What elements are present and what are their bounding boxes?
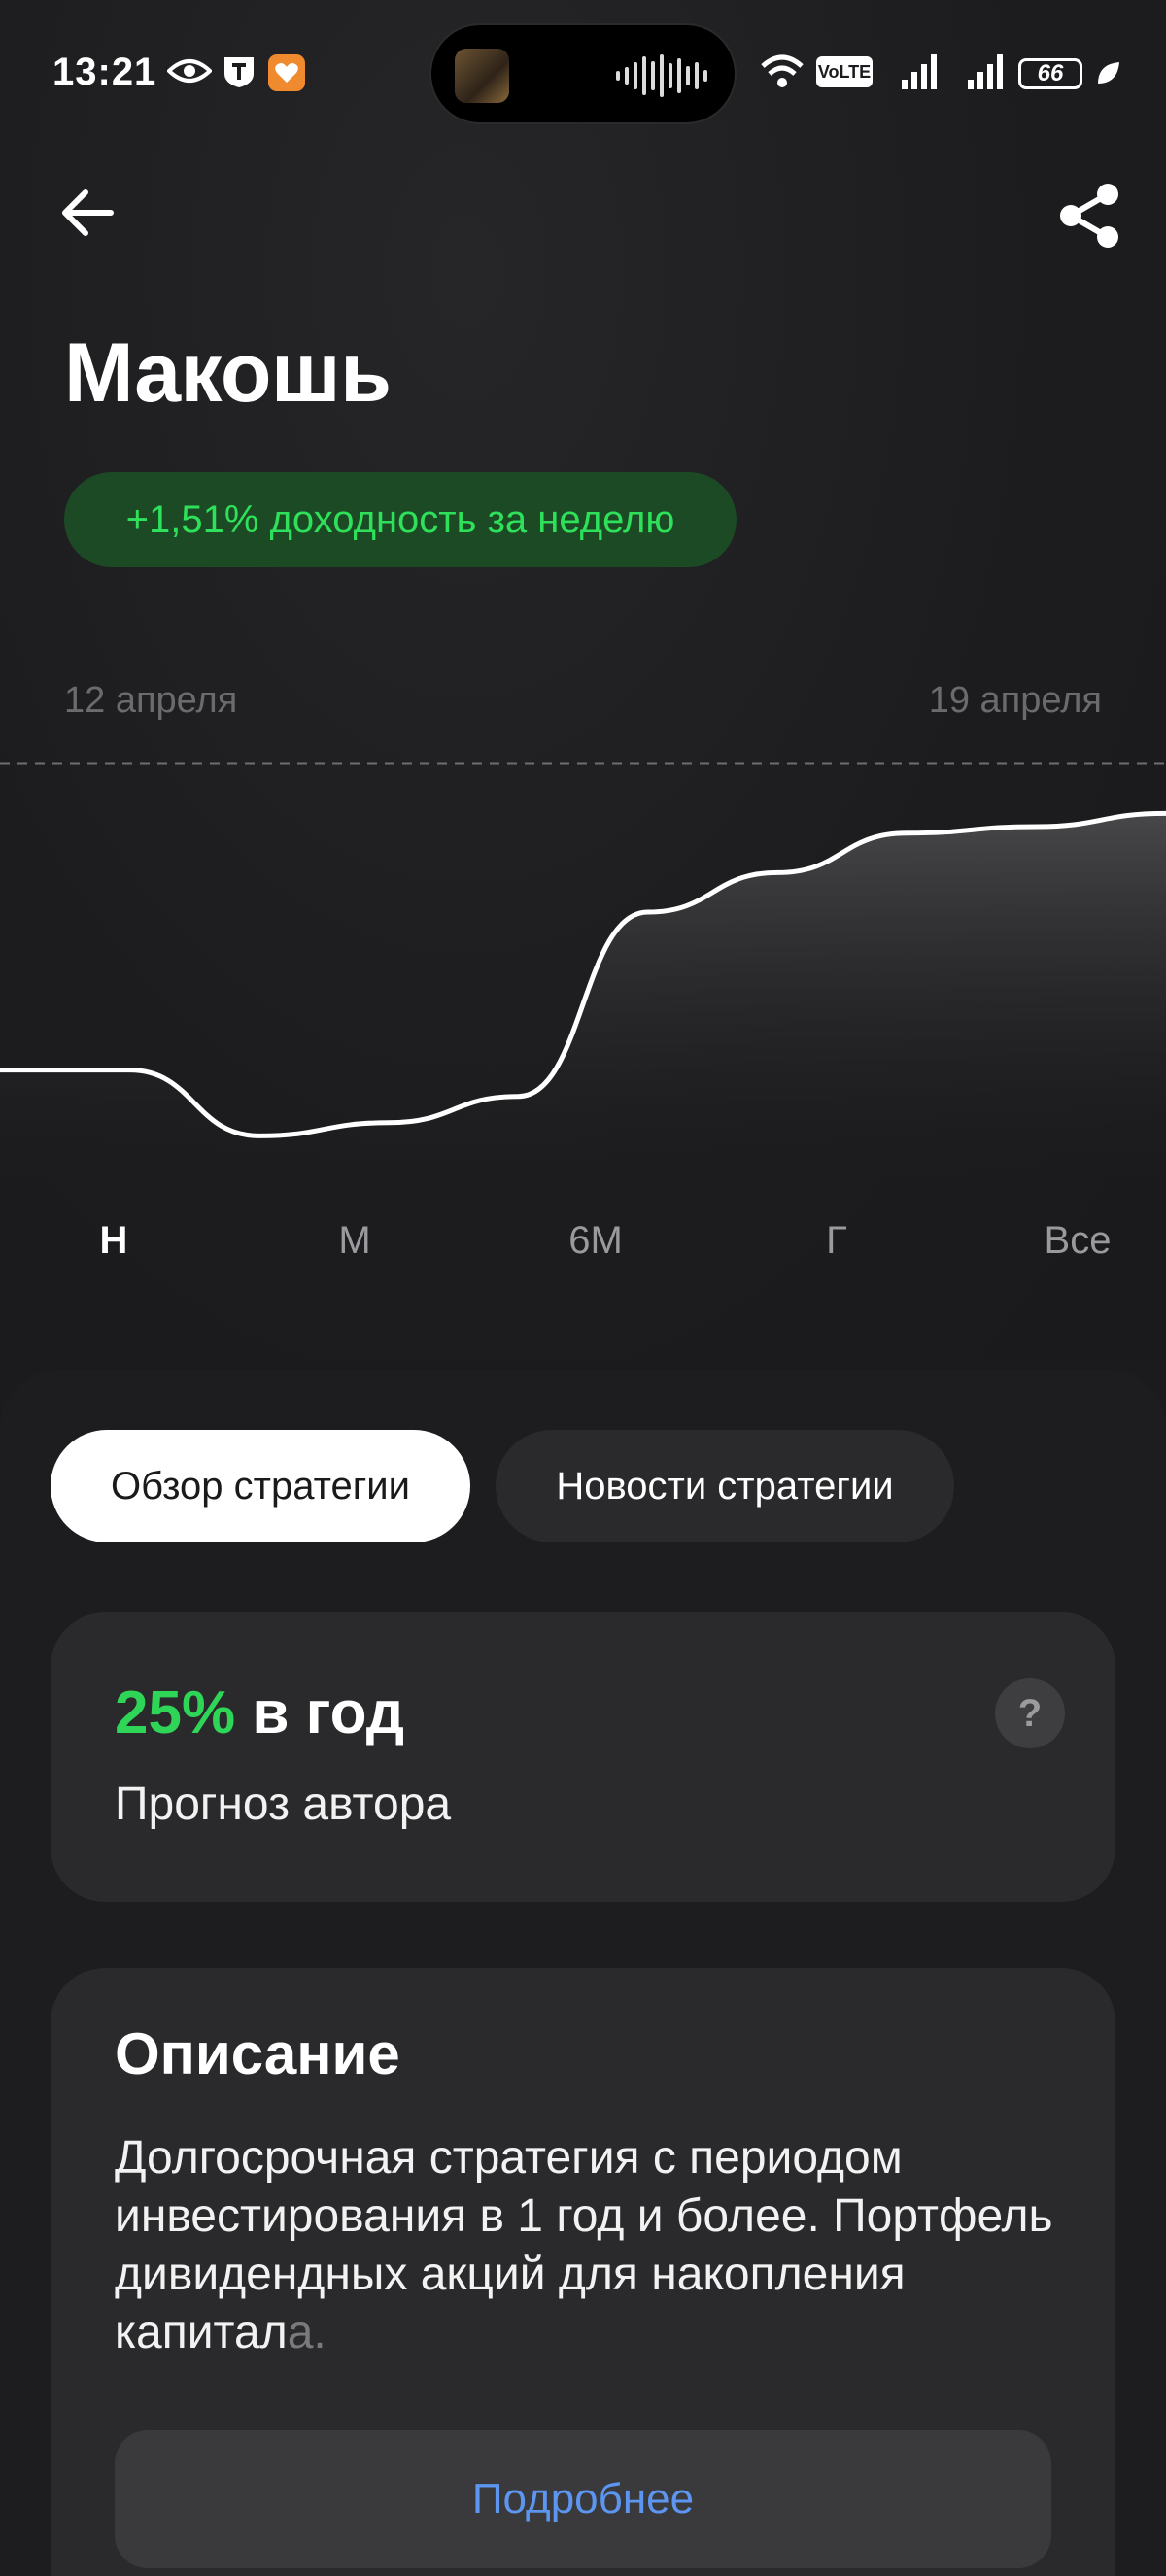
- eye-icon: [167, 56, 212, 85]
- dynamic-island: [429, 23, 737, 124]
- heart-app-icon: [268, 54, 305, 91]
- wifi-icon: [760, 52, 805, 91]
- period-week[interactable]: Н: [100, 1219, 128, 1263]
- share-icon: [1060, 184, 1118, 248]
- description-card: Описание Долгосрочная стратегия с период…: [51, 1968, 1115, 2576]
- period-selector: Н М 6М Г Все: [0, 1219, 1166, 1277]
- bank-app-icon: [222, 54, 257, 89]
- status-time: 13:21: [52, 51, 157, 93]
- status-bar: 13:21 VoLTE 66: [0, 0, 1166, 146]
- media-thumbnail: [455, 49, 509, 103]
- signal-roaming-icon: [966, 52, 1007, 91]
- weekly-yield-badge: +1,51% доходность за неделю: [64, 472, 737, 567]
- more-button[interactable]: Подробнее: [115, 2430, 1051, 2568]
- arrow-left-icon: [62, 189, 114, 236]
- period-all[interactable]: Все: [1045, 1219, 1112, 1263]
- forecast-value: 25% в год: [115, 1678, 404, 1747]
- forecast-percent: 25%: [115, 1679, 236, 1746]
- tab-news[interactable]: Новости стратегии: [496, 1430, 954, 1542]
- description-fade: а.: [287, 2307, 326, 2358]
- description-body: Долгосрочная стратегия с периодом инвест…: [115, 2132, 1053, 2358]
- forecast-label: Прогноз автора: [115, 1779, 452, 1830]
- volte-icon: VoLTE: [816, 56, 873, 87]
- period-month[interactable]: М: [338, 1219, 370, 1263]
- description-text: Долгосрочная стратегия с периодом инвест…: [115, 2129, 1086, 2362]
- period-year[interactable]: Г: [826, 1219, 847, 1263]
- tab-overview[interactable]: Обзор стратегии: [51, 1430, 470, 1542]
- forecast-unit: в год: [235, 1679, 405, 1746]
- yield-chart[interactable]: [0, 748, 1166, 1195]
- page-title: Макошь: [64, 326, 392, 420]
- period-6m[interactable]: 6М: [568, 1219, 623, 1263]
- description-title: Описание: [115, 2021, 400, 2086]
- audio-waveform-icon: [616, 54, 707, 97]
- battery-indicator: 66: [1018, 58, 1082, 89]
- forecast-card: 25% в год Прогноз автора ?: [51, 1612, 1115, 1902]
- signal-icon: [900, 52, 941, 91]
- leaf-icon: [1096, 60, 1121, 85]
- help-button[interactable]: ?: [995, 1678, 1065, 1748]
- chart-start-date: 12 апреля: [64, 680, 238, 721]
- chart-end-date: 19 апреля: [928, 680, 1102, 721]
- back-button[interactable]: [54, 179, 122, 247]
- share-button[interactable]: [1053, 179, 1127, 253]
